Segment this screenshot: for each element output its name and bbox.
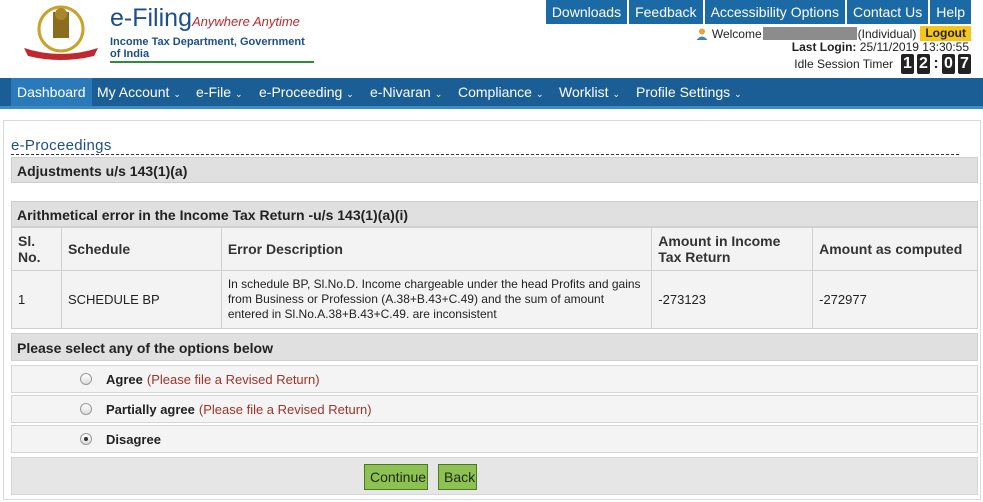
brand-department: Income Tax Department, Government of Ind… <box>110 36 314 63</box>
action-bar: Continue Back <box>11 457 978 495</box>
toplink-help[interactable]: Help <box>930 0 971 24</box>
top-links: Downloads Feedback Accessibility Options… <box>544 0 971 24</box>
timer-digit: 1 <box>901 54 914 74</box>
chevron-down-icon: ⌄ <box>173 89 181 99</box>
radio-disagree[interactable] <box>80 433 92 445</box>
nav-label: e-File <box>196 84 232 100</box>
option-label: Partially agree <box>106 401 195 417</box>
option-label: Agree <box>106 371 143 387</box>
nav-compliance[interactable]: Compliance ⌄ <box>452 78 549 106</box>
col-header-amount-computed: Amount as computed <box>812 227 978 271</box>
welcome-row: Welcome (Individual) Logout <box>695 26 971 41</box>
content-panel: e-Proceedings Adjustments u/s 143(1)(a) … <box>3 120 981 500</box>
nav-e-file[interactable]: e-File ⌄ <box>190 78 249 106</box>
toplink-feedback[interactable]: Feedback <box>629 0 703 24</box>
col-header-schedule: Schedule <box>60 227 222 271</box>
welcome-text: Welcome <box>711 26 762 41</box>
last-login-value: 25/11/2019 13:30:55 <box>859 40 969 54</box>
toplink-downloads[interactable]: Downloads <box>545 0 628 24</box>
toplink-accessibility[interactable]: Accessibility Options <box>704 0 845 24</box>
option-disagree[interactable]: Disagree <box>11 425 978 453</box>
col-header-error-description: Error Description <box>220 227 653 271</box>
error-table: Sl. No. Schedule Error Description Amoun… <box>11 227 978 329</box>
back-button[interactable]: Back <box>438 464 477 490</box>
col-header-amount-return: Amount in Income Tax Return <box>651 227 814 271</box>
cell-amount-return: -273123 <box>651 270 814 329</box>
cell-error-description: In schedule BP, Sl.No.D. Income chargeab… <box>220 270 653 329</box>
nav-label: Compliance <box>458 84 532 100</box>
option-note: (Please file a Revised Return) <box>146 371 320 387</box>
chevron-down-icon: ⌄ <box>734 89 742 99</box>
chevron-down-icon: ⌄ <box>346 89 354 99</box>
nav-label: My Account <box>97 84 170 100</box>
main-nav: Dashboard My Account ⌄ e-File ⌄ e-Proceedi… <box>0 78 983 109</box>
logout-button[interactable]: Logout <box>920 26 971 41</box>
user-role: (Individual) <box>857 26 917 41</box>
option-agree[interactable]: Agree (Please file a Revised Return) <box>11 365 978 393</box>
cell-schedule: SCHEDULE BP <box>60 270 222 329</box>
option-label: Disagree <box>106 431 161 447</box>
title-divider <box>11 154 959 155</box>
options-prompt: Please select any of the options below <box>11 333 978 361</box>
nav-label: Profile Settings <box>636 84 731 100</box>
masked-username <box>762 27 857 40</box>
cell-amount-computed: -272977 <box>812 270 978 329</box>
timer-digit: 2 <box>917 54 930 74</box>
nav-my-account[interactable]: My Account ⌄ <box>91 78 187 106</box>
nav-label: Dashboard <box>17 84 86 100</box>
nav-e-nivaran[interactable]: e-Nivaran ⌄ <box>364 78 448 106</box>
subsection-header: Arithmetical error in the Income Tax Ret… <box>11 201 978 227</box>
nav-profile-settings[interactable]: Profile Settings ⌄ <box>630 78 748 106</box>
timer-colon: : <box>933 55 939 72</box>
nav-worklist[interactable]: Worklist ⌄ <box>553 78 626 106</box>
option-note: (Please file a Revised Return) <box>198 401 372 417</box>
section-header: Adjustments u/s 143(1)(a) <box>11 157 978 183</box>
brand-title: e-Filing <box>110 4 192 32</box>
nav-label: e-Proceeding <box>259 84 343 100</box>
site-header: e-Filing Anywhere Anytime Income Tax Dep… <box>0 0 983 78</box>
radio-partially-agree[interactable] <box>80 403 92 415</box>
page-title: e-Proceedings <box>11 137 112 154</box>
nav-e-proceeding[interactable]: e-Proceeding ⌄ <box>253 78 360 106</box>
chevron-down-icon: ⌄ <box>612 89 621 99</box>
cell-sl-no: 1 <box>11 270 62 329</box>
col-header-sl-no: Sl. No. <box>11 227 62 271</box>
chevron-down-icon: ⌄ <box>535 89 544 99</box>
table-header-row: Sl. No. Schedule Error Description Amoun… <box>11 227 978 271</box>
chevron-down-icon: ⌄ <box>235 89 243 99</box>
idle-timer-label: Idle Session Timer <box>794 57 893 71</box>
option-partially-agree[interactable]: Partially agree (Please file a Revised R… <box>11 395 978 423</box>
emblem-logo-icon[interactable] <box>20 2 102 60</box>
toplink-contact[interactable]: Contact Us <box>846 0 929 24</box>
timer-digit: 7 <box>958 54 971 74</box>
last-login-label: Last Login: <box>791 40 857 54</box>
idle-session-timer: Idle Session Timer 1 2 : 0 7 <box>794 54 971 74</box>
timer-digit: 0 <box>942 54 955 74</box>
continue-button[interactable]: Continue <box>364 464 428 490</box>
user-icon <box>696 28 708 40</box>
chevron-down-icon: ⌄ <box>434 89 443 99</box>
brand-tagline: Anywhere Anytime <box>192 14 300 29</box>
table-row: 1 SCHEDULE BP In schedule BP, Sl.No.D. I… <box>11 270 978 329</box>
nav-dashboard[interactable]: Dashboard <box>11 78 92 106</box>
radio-agree[interactable] <box>80 373 92 385</box>
nav-label: e-Nivaran <box>370 84 431 100</box>
nav-label: Worklist <box>559 84 609 100</box>
last-login: Last Login: 25/11/2019 13:30:55 <box>792 40 969 54</box>
